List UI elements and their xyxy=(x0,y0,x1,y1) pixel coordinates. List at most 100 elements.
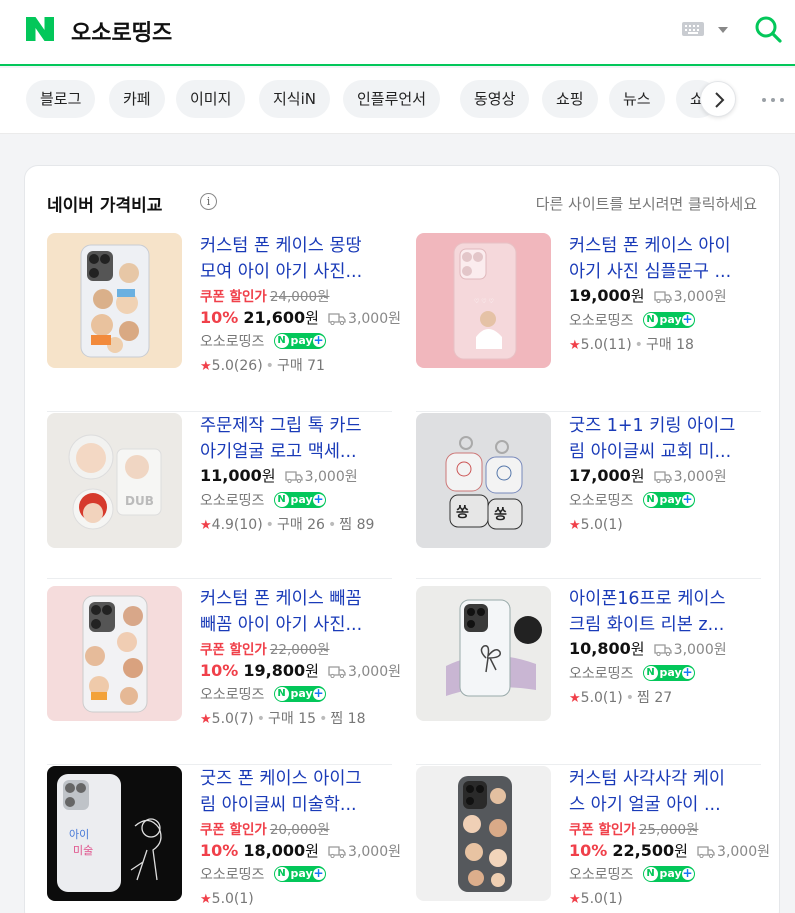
discount-rate: 10% xyxy=(200,308,239,327)
product-card[interactable]: DUB 주문제작 그립 톡 카드 아기얼굴 로고 맥세... 11,000원 3,… xyxy=(47,413,392,579)
chevron-down-icon[interactable] xyxy=(718,27,728,33)
truck-icon xyxy=(328,846,346,858)
shipping-fee: 3,000원 xyxy=(673,469,727,485)
discount-rate: 10% xyxy=(200,661,239,680)
shipping-fee: 3,000원 xyxy=(348,664,402,680)
product-card[interactable]: ♡ ♡ ♡ 커스텀 폰 케이스 아이 아기 사진 심플문구 ... 19,000원… xyxy=(416,233,761,412)
search-query[interactable]: 오소로띵즈 xyxy=(71,15,172,47)
product-title[interactable]: 커스텀 폰 케이스 몽땅 모여 아이 아기 사진... xyxy=(200,233,392,285)
seller-name[interactable]: 오소로띵즈 xyxy=(200,493,264,509)
product-image[interactable]: 쏭 쏭 xyxy=(416,413,551,548)
truck-icon xyxy=(654,291,672,303)
rating: ★5.0(1) • 찜 27 xyxy=(569,690,673,706)
rating: ★4.9(10) • 구매 26 • 찜 89 xyxy=(200,517,375,533)
product-image[interactable]: 아이 미술 xyxy=(47,766,182,901)
product-title[interactable]: 주문제작 그립 톡 카드 아기얼굴 로고 맥세... xyxy=(200,413,392,465)
truck-icon xyxy=(654,471,672,483)
keyboard-icon[interactable] xyxy=(682,22,704,36)
product-image[interactable] xyxy=(47,586,182,721)
product-title[interactable]: 아이폰16프로 케이스 크림 화이트 리본 z... xyxy=(569,586,761,638)
svg-text:미술: 미술 xyxy=(73,844,93,857)
truck-icon xyxy=(328,313,346,325)
rating: ★5.0(26) • 구매 71 xyxy=(200,358,325,374)
other-sites-link[interactable]: 다른 사이트를 보시려면 클릭하세요 xyxy=(536,193,757,214)
info-icon[interactable]: i xyxy=(200,193,217,210)
coupon-label: 쿠폰 할인가 xyxy=(200,642,267,658)
shipping-fee: 3,000원 xyxy=(717,844,771,860)
star-icon: ★ xyxy=(200,892,212,907)
product-card[interactable]: 아이 미술 굿즈 폰 케이스 아이그 림 아이글씨 미술학... 쿠폰 할인가 20… xyxy=(47,766,401,913)
star-icon: ★ xyxy=(569,518,581,533)
product-card[interactable]: 커스텀 폰 케이스 빼꼼 빼꼼 아이 아기 사진... 쿠폰 할인가 22,000원… xyxy=(47,586,401,765)
product-card[interactable]: 커스텀 폰 케이스 몽땅 모여 아이 아기 사진... 쿠폰 할인가 24,000원… xyxy=(47,233,401,412)
seller-name[interactable]: 오소로띵즈 xyxy=(200,867,264,883)
svg-text:아이: 아이 xyxy=(69,828,89,841)
tab-blog[interactable]: 블로그 xyxy=(26,80,96,118)
product-title[interactable]: 굿즈 1+1 키링 아이그 림 아이글씨 교회 미... xyxy=(569,413,761,465)
rating: ★5.0(1) xyxy=(200,891,254,907)
product-title[interactable]: 커스텀 폰 케이스 빼꼼 빼꼼 아이 아기 사진... xyxy=(200,586,392,638)
star-icon: ★ xyxy=(569,892,581,907)
product-title[interactable]: 굿즈 폰 케이스 아이그 림 아이글씨 미술학... xyxy=(200,766,392,818)
npay-badge: Npay + xyxy=(642,665,695,681)
shipping-fee: 3,000원 xyxy=(348,844,402,860)
product-image[interactable] xyxy=(416,766,551,901)
rating: ★5.0(7) • 구매 15 • 찜 18 xyxy=(200,711,366,727)
tab-cafe[interactable]: 카페 xyxy=(109,80,165,118)
product-card[interactable]: 커스텀 사각사각 케이 스 아기 얼굴 아이 ... 쿠폰 할인가 25,000원 … xyxy=(416,766,770,913)
seller-name[interactable]: 오소로띵즈 xyxy=(200,687,264,703)
seller-name[interactable]: 오소로띵즈 xyxy=(569,867,633,883)
star-icon: ★ xyxy=(200,518,212,533)
rating: ★5.0(1) xyxy=(569,891,623,907)
product-price: 11,000 xyxy=(200,466,262,485)
npay-badge: Npay + xyxy=(642,492,695,508)
product-price: 21,600 xyxy=(243,308,306,327)
npay-badge: Npay + xyxy=(642,866,695,882)
tab-image[interactable]: 이미지 xyxy=(176,80,246,118)
search-icon[interactable] xyxy=(753,14,783,44)
product-card[interactable]: 쏭 쏭 굿즈 1+1 키링 아이그 림 아이글씨 교회 미... 17,000원 … xyxy=(416,413,761,579)
truck-icon xyxy=(285,471,303,483)
tab-news[interactable]: 뉴스 xyxy=(609,80,665,118)
section-title: 네이버 가격비교 xyxy=(47,196,163,216)
coupon-label: 쿠폰 할인가 xyxy=(200,289,267,305)
shipping-fee: 3,000원 xyxy=(304,469,358,485)
svg-text:♡ ♡ ♡: ♡ ♡ ♡ xyxy=(474,298,494,305)
product-card[interactable]: 아이폰16프로 케이스 크림 화이트 리본 z... 10,800원 3,000원… xyxy=(416,586,761,765)
npay-badge: Npay + xyxy=(273,866,326,882)
truck-icon xyxy=(697,846,715,858)
star-icon: ★ xyxy=(200,712,212,727)
star-icon: ★ xyxy=(200,359,212,374)
product-title[interactable]: 커스텀 사각사각 케이 스 아기 얼굴 아이 ... xyxy=(569,766,761,818)
search-tabs: 블로그 카페 이미지 지식iN 인플루언서 동영상 쇼핑 뉴스 쇼 xyxy=(0,68,795,134)
tab-shopping[interactable]: 쇼핑 xyxy=(542,80,598,118)
product-image[interactable]: ♡ ♡ ♡ xyxy=(416,233,551,368)
tab-video[interactable]: 동영상 xyxy=(460,80,530,118)
npay-badge: Npay + xyxy=(642,312,695,328)
svg-text:쏭: 쏭 xyxy=(456,505,469,521)
rating: ★5.0(11) • 구매 18 xyxy=(569,337,694,353)
npay-badge: Npay + xyxy=(273,686,326,702)
seller-name[interactable]: 오소로띵즈 xyxy=(569,313,633,329)
truck-icon xyxy=(328,666,346,678)
product-title[interactable]: 커스텀 폰 케이스 아이 아기 사진 심플문구 ... xyxy=(569,233,761,285)
tabs-next-button[interactable] xyxy=(700,81,736,117)
product-image[interactable] xyxy=(416,586,551,721)
product-image[interactable]: DUB xyxy=(47,413,182,548)
seller-name[interactable]: 오소로띵즈 xyxy=(200,334,264,350)
seller-name[interactable]: 오소로띵즈 xyxy=(569,493,633,509)
product-image[interactable] xyxy=(47,233,182,368)
truck-icon xyxy=(654,644,672,656)
discount-rate: 10% xyxy=(200,841,239,860)
tab-influencer[interactable]: 인플루언서 xyxy=(343,80,441,118)
product-price: 17,000 xyxy=(569,466,631,485)
shipping-fee: 3,000원 xyxy=(673,642,727,658)
shipping-fee: 3,000원 xyxy=(348,311,402,327)
tab-kin[interactable]: 지식iN xyxy=(259,80,330,118)
star-icon: ★ xyxy=(569,691,581,706)
naver-logo-icon[interactable] xyxy=(26,17,54,41)
product-price: 18,000 xyxy=(243,841,306,860)
seller-name[interactable]: 오소로띵즈 xyxy=(569,666,633,682)
price-compare-section: 네이버 가격비교 i 다른 사이트를 보시려면 클릭하세요 커스텀 폰 케이스 … xyxy=(24,165,780,913)
more-icon[interactable] xyxy=(762,98,784,102)
